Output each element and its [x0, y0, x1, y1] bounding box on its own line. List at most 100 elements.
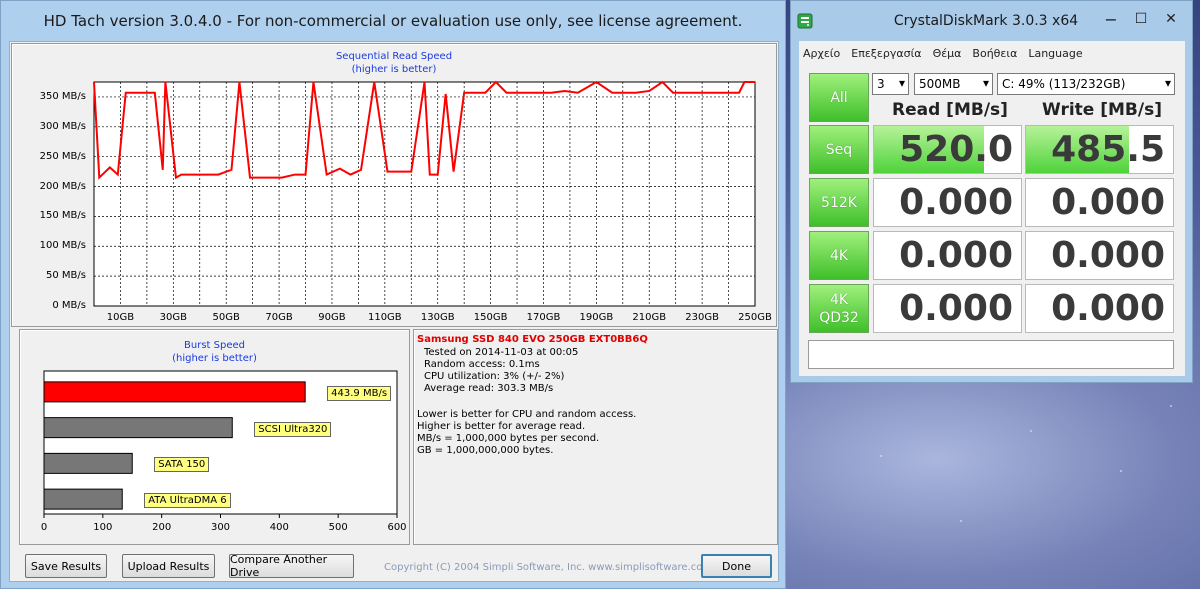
burst-bar-label: ATA UltraDMA 6	[144, 493, 231, 509]
512k-read-value: 0.000	[899, 182, 1013, 223]
4k-qd32-label-line2: QD32	[819, 309, 859, 326]
chevron-down-icon: ▾	[982, 76, 989, 90]
burst-x-tick-label: 200	[152, 522, 172, 533]
seq-read-value: 520.0	[899, 129, 1013, 170]
4k-qd32-button[interactable]: 4K QD32	[809, 284, 869, 333]
4k-read-cell: 0.000	[873, 231, 1022, 280]
burst-bar	[43, 417, 233, 439]
512k-button[interactable]: 512K	[809, 178, 869, 227]
seq-y-tick-label: 250 MB/s	[39, 150, 86, 162]
4k-qd32-read-value: 0.000	[899, 288, 1013, 329]
burst-x-tick-label: 100	[93, 522, 113, 533]
burst-x-tick-label: 0	[40, 522, 48, 533]
minimize-icon[interactable]: −	[1099, 7, 1123, 31]
hdtach-titlebar[interactable]: HD Tach version 3.0.4.0 - For non-commer…	[1, 1, 785, 41]
compare-drive-button[interactable]: Compare Another Drive	[229, 553, 354, 579]
upload-results-button[interactable]: Upload Results	[122, 554, 215, 578]
comment-field[interactable]	[808, 340, 1174, 369]
4k-write-cell: 0.000	[1025, 231, 1174, 280]
maximize-icon[interactable]: ☐	[1129, 7, 1153, 31]
size-value: 500MB	[919, 77, 961, 91]
all-button[interactable]: All	[809, 73, 869, 122]
menu-theme[interactable]: Θέμα	[933, 47, 962, 60]
write-header: Write [MB/s]	[1042, 100, 1162, 120]
save-results-button[interactable]: Save Results	[25, 554, 107, 578]
seq-x-tick-label: 110GB	[367, 312, 402, 323]
note-line: GB = 1,000,000,000 bytes.	[417, 445, 554, 456]
cpu-utilization: CPU utilization: 3% (+/- 2%)	[424, 371, 565, 382]
note-line: Higher is better for average read.	[417, 421, 586, 432]
sequential-read-chart	[93, 80, 756, 307]
burst-bar	[43, 488, 123, 510]
count-value: 3	[877, 77, 885, 91]
seq-x-tick-label: 250GB	[738, 312, 772, 323]
512k-read-cell: 0.000	[873, 178, 1022, 227]
4k-button[interactable]: 4K	[809, 231, 869, 280]
average-read: Average read: 303.3 MB/s	[424, 383, 554, 394]
chevron-down-icon: ▾	[1164, 76, 1171, 90]
burst-bar	[43, 452, 133, 474]
cdm-app-icon	[797, 13, 813, 29]
seq-x-tick-label: 190GB	[579, 312, 614, 323]
menu-edit[interactable]: Επεξεργασία	[851, 47, 921, 60]
burst-x-tick-label: 400	[269, 522, 289, 533]
note-line: MB/s = 1,000,000 bytes per second.	[417, 433, 600, 444]
4k-read-value: 0.000	[899, 235, 1013, 276]
512k-write-cell: 0.000	[1025, 178, 1174, 227]
seq-y-tick-label: 150 MB/s	[39, 210, 86, 222]
menu-language[interactable]: Language	[1028, 47, 1082, 60]
cdm-menubar: Αρχείο Επεξεργασία Θέμα Βοήθεια Language	[799, 41, 1185, 65]
count-select[interactable]: 3 ▾	[872, 73, 909, 95]
seq-plot-area	[93, 81, 756, 307]
size-select[interactable]: 500MB ▾	[914, 73, 993, 95]
seq-y-tick-label: 300 MB/s	[39, 120, 86, 132]
menu-file[interactable]: Αρχείο	[803, 47, 840, 60]
seq-x-tick-label: 70GB	[265, 312, 293, 323]
menu-help[interactable]: Βοήθεια	[972, 47, 1017, 60]
512k-write-value: 0.000	[1051, 182, 1165, 223]
seq-y-tick-label: 200 MB/s	[39, 180, 86, 192]
burst-speed-chart	[43, 370, 398, 518]
hdtach-client: Sequential Read Speed (higher is better)…	[9, 41, 779, 582]
seq-x-tick-label: 50GB	[212, 312, 240, 323]
seq-y-tick-label: 0 MB/s	[52, 300, 86, 311]
copyright-text: Copyright (C) 2004 Simpli Software, Inc.…	[384, 562, 713, 573]
burst-panel: Burst Speed (higher is better) 443.9 MB/…	[19, 329, 410, 545]
4k-qd32-write-cell: 0.000	[1025, 284, 1174, 333]
drive-value: C: 49% (113/232GB)	[1002, 77, 1126, 91]
close-icon[interactable]: ✕	[1159, 7, 1183, 31]
cdm-titlebar[interactable]: CrystalDiskMark 3.0.3 x64 − ☐ ✕	[791, 1, 1192, 41]
4k-qd32-label-line1: 4K	[829, 291, 849, 308]
seq-x-tick-label: 230GB	[685, 312, 719, 323]
seq-x-tick-label: 30GB	[159, 312, 187, 323]
info-panel: Samsung SSD 840 EVO 250GB EXT0BB6Q Teste…	[413, 329, 778, 545]
burst-bar-label: SCSI Ultra320	[254, 421, 332, 437]
seq-y-tick-label: 350 MB/s	[39, 90, 86, 102]
read-header: Read [MB/s]	[892, 100, 1008, 120]
seq-write-cell: 485.5	[1025, 125, 1174, 174]
cdm-title: CrystalDiskMark 3.0.3 x64	[893, 13, 1079, 29]
hdtach-window: HD Tach version 3.0.4.0 - For non-commer…	[0, 0, 786, 589]
burst-bar-label: 443.9 MB/s	[327, 385, 392, 401]
hdtach-title: HD Tach version 3.0.4.0 - For non-commer…	[43, 12, 743, 30]
cdm-client: 3 ▾ 500MB ▾ C: 49% (113/232GB) ▾ All Rea…	[799, 65, 1185, 376]
seq-button[interactable]: Seq	[809, 125, 869, 174]
done-button[interactable]: Done	[701, 554, 772, 578]
seq-write-value: 485.5	[1051, 129, 1165, 170]
seq-x-tick-label: 130GB	[420, 312, 455, 323]
seq-y-tick-label: 50 MB/s	[46, 270, 86, 282]
4k-qd32-write-value: 0.000	[1051, 288, 1165, 329]
seq-x-tick-label: 150GB	[473, 312, 508, 323]
sequential-panel: Sequential Read Speed (higher is better)…	[11, 43, 777, 327]
burst-bar-label: SATA 150	[154, 457, 210, 473]
burst-x-tick-label: 300	[210, 522, 231, 533]
random-access: Random access: 0.1ms	[424, 359, 540, 370]
seq-read-cell: 520.0	[873, 125, 1022, 174]
test-date: Tested on 2014-11-03 at 00:05	[424, 347, 579, 358]
seq-x-tick-label: 170GB	[526, 312, 561, 323]
4k-write-value: 0.000	[1051, 235, 1165, 276]
seq-x-tick-label: 90GB	[318, 312, 346, 323]
drive-name: Samsung SSD 840 EVO 250GB EXT0BB6Q	[417, 334, 648, 345]
drive-select[interactable]: C: 49% (113/232GB) ▾	[997, 73, 1175, 95]
crystaldiskmark-window: CrystalDiskMark 3.0.3 x64 − ☐ ✕ Αρχείο Ε…	[790, 0, 1193, 383]
